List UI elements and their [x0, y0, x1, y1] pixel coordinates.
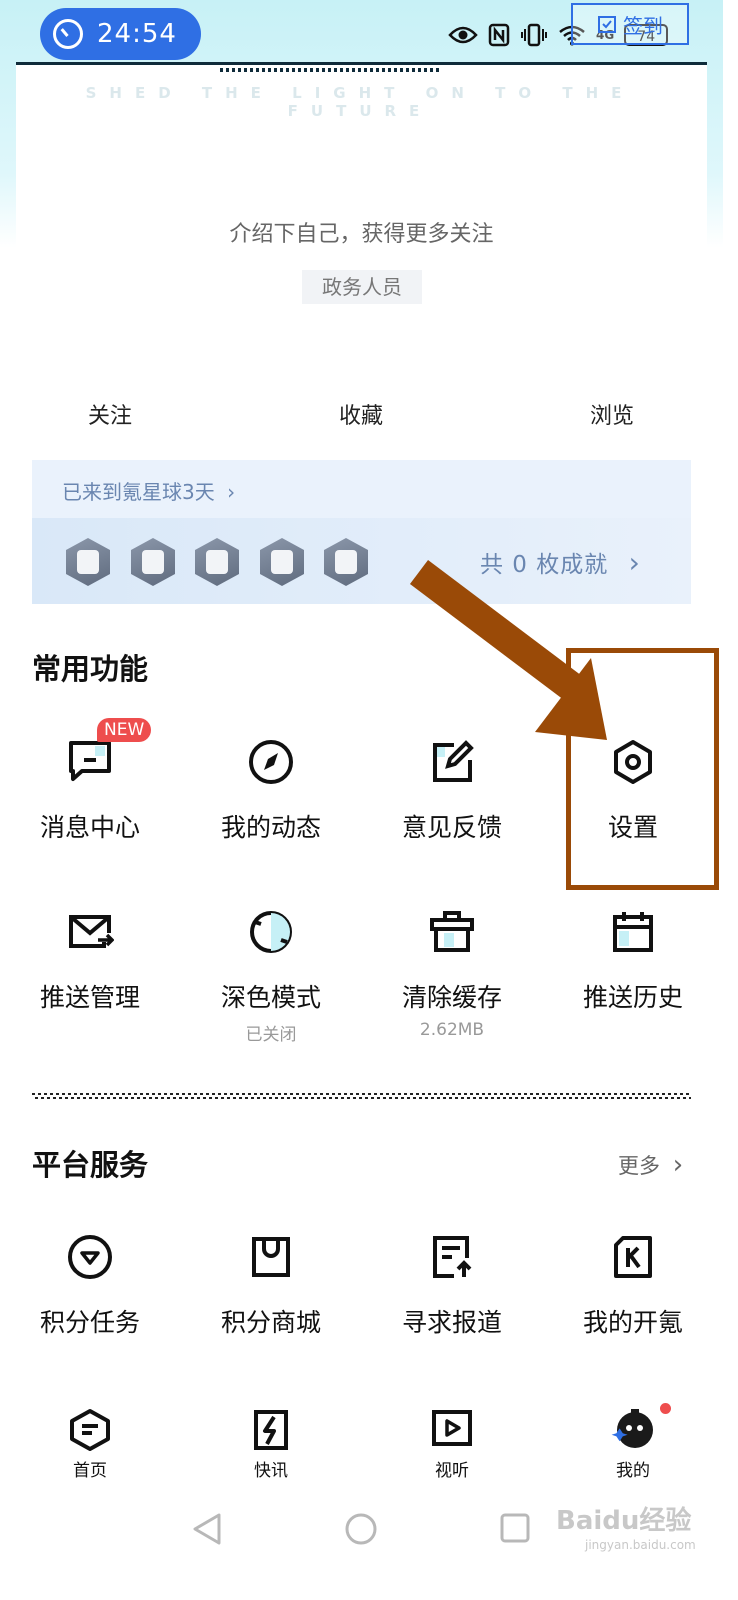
profile-intro[interactable]: 介绍下自己，获得更多关注	[0, 216, 723, 248]
points-mall-button[interactable]: 积分商城	[181, 1233, 361, 1339]
section-divider	[32, 1093, 691, 1099]
stat-favorites[interactable]: 收藏	[301, 398, 421, 430]
new-badge: NEW	[97, 718, 152, 742]
banner-dots	[220, 68, 440, 72]
mail-icon	[69, 915, 114, 948]
dark-mode-label: 深色模式	[220, 983, 321, 1012]
robot-avatar-icon	[611, 1409, 653, 1448]
checkin-button[interactable]: 签到	[571, 3, 689, 45]
points-mall-label: 积分商城	[220, 1308, 321, 1337]
calendar-check-icon	[598, 16, 616, 33]
message-center-label: 消息中心	[39, 813, 140, 842]
notification-dot	[660, 1403, 671, 1414]
banner-rule	[16, 62, 707, 65]
flash-icon	[254, 1410, 288, 1450]
play-icon	[432, 1410, 472, 1446]
days-link[interactable]: 已来到氪星球3天 ›	[62, 476, 235, 505]
seek-coverage-button[interactable]: 寻求报道	[362, 1233, 542, 1339]
calendar-icon	[613, 912, 653, 952]
platform-services-title: 平台服务	[32, 1148, 149, 1182]
dark-mode-icon	[250, 911, 292, 953]
nav-flash-label: 快讯	[254, 1461, 288, 1481]
feedback-label: 意见反馈	[401, 813, 502, 842]
points-tasks-label: 积分任务	[39, 1308, 140, 1337]
stat-history[interactable]: 浏览	[552, 398, 672, 430]
nav-home[interactable]: 首页	[45, 1408, 135, 1481]
vibrate-icon	[521, 23, 547, 47]
recents-icon[interactable]	[499, 1512, 531, 1544]
role-badge: 政务人员	[302, 270, 422, 304]
nav-mine-label: 我的	[616, 1461, 650, 1481]
push-management-button[interactable]: 推送管理	[0, 908, 180, 1014]
common-functions-title: 常用功能	[32, 652, 149, 686]
nfc-icon	[488, 23, 510, 47]
watermark-url: jingyan.baidu.com	[585, 1538, 696, 1552]
report-icon	[433, 1236, 472, 1278]
stat-following[interactable]: 关注	[50, 398, 170, 430]
chevron-right-icon: ›	[672, 1150, 684, 1180]
push-history-label: 推送历史	[582, 983, 683, 1012]
days-text: 已来到氪星球3天	[62, 480, 215, 504]
my-kaikr-button[interactable]: 我的开氪	[543, 1233, 723, 1339]
nav-media[interactable]: 视听	[407, 1408, 497, 1481]
push-history-button[interactable]: 推送历史	[543, 908, 723, 1014]
chevron-right-icon: ›	[227, 480, 236, 504]
cache-size: 2.62MB	[419, 1020, 485, 1040]
more-button[interactable]: 更多 ›	[618, 1150, 683, 1180]
seek-coverage-label: 寻求报道	[401, 1308, 502, 1337]
bag-icon	[252, 1237, 290, 1277]
home-icon	[70, 1409, 110, 1451]
nav-home-label: 首页	[73, 1461, 107, 1481]
timer-pill[interactable]: 24:54	[40, 8, 201, 60]
checkin-label: 签到	[623, 13, 663, 38]
compass-icon	[249, 740, 293, 784]
push-management-label: 推送管理	[39, 983, 140, 1012]
nav-media-label: 视听	[435, 1461, 469, 1481]
trash-icon	[430, 911, 474, 952]
k-icon	[614, 1236, 652, 1278]
back-icon[interactable]	[191, 1512, 223, 1546]
home-circle-icon[interactable]	[344, 1512, 378, 1546]
dark-mode-button[interactable]: 深色模式 已关闭	[181, 908, 361, 1045]
annotation-highlight-box	[566, 648, 719, 890]
eye-icon	[448, 26, 478, 44]
dark-mode-status: 已关闭	[245, 1025, 297, 1045]
timer-icon	[53, 19, 83, 49]
message-icon	[69, 741, 111, 781]
my-activity-label: 我的动态	[220, 813, 321, 842]
points-tasks-button[interactable]: 积分任务	[0, 1233, 180, 1339]
message-center-button[interactable]: 消息中心	[0, 738, 180, 844]
clear-cache-button[interactable]: 清除缓存 2.62MB	[362, 908, 542, 1040]
banner-slogan: SHED THE LIGHT ON TO THE FUTURE	[85, 84, 635, 120]
timer-text: 24:54	[97, 19, 177, 49]
clear-cache-label: 清除缓存	[401, 983, 502, 1012]
my-activity-button[interactable]: 我的动态	[181, 738, 361, 844]
watermark: Baidu经验	[556, 1506, 692, 1536]
diamond-icon	[68, 1235, 112, 1279]
more-label: 更多	[618, 1154, 660, 1178]
nav-flash[interactable]: 快讯	[226, 1408, 316, 1481]
my-kaikr-label: 我的开氪	[582, 1308, 683, 1337]
nav-mine[interactable]: 我的	[588, 1408, 678, 1481]
